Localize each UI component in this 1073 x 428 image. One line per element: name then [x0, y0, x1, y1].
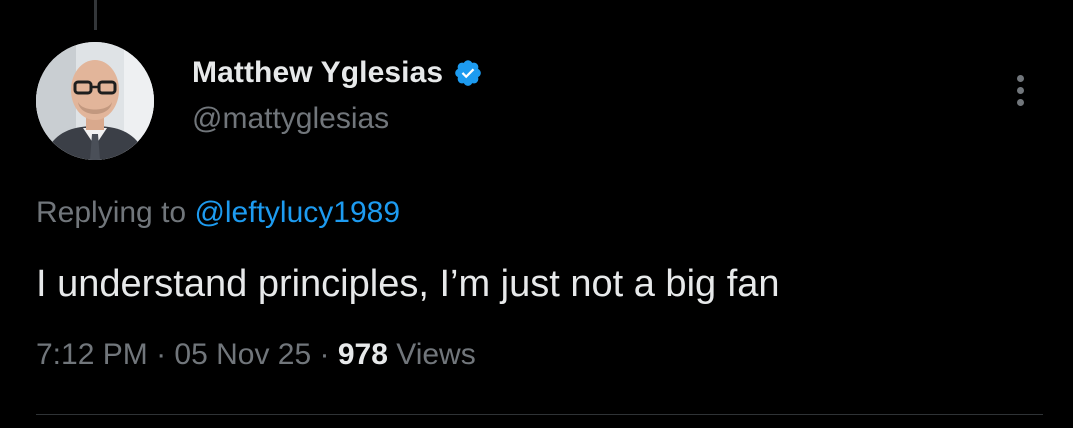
views-count[interactable]: 978	[338, 338, 388, 371]
divider	[36, 414, 1043, 415]
replying-to-mention[interactable]: @leftylucy1989	[194, 196, 400, 229]
tweet-metadata: 7:12 PM · 05 Nov 25 · 978 Views	[36, 338, 476, 372]
meta-separator: ·	[147, 338, 175, 371]
tweet-date[interactable]: 05 Nov 25	[174, 338, 311, 371]
author-name-row: Matthew Yglesias	[192, 56, 483, 90]
thread-connector-line	[94, 0, 97, 30]
more-dot	[1016, 98, 1024, 106]
more-dot	[1016, 74, 1024, 82]
author-display-name[interactable]: Matthew Yglesias	[192, 56, 443, 90]
views-label[interactable]: Views	[388, 338, 476, 371]
tweet-time[interactable]: 7:12 PM	[36, 338, 148, 371]
verified-badge-icon[interactable]	[453, 58, 483, 88]
author-handle[interactable]: @mattyglesias	[192, 102, 389, 136]
tweet-text: I understand principles, I’m just not a …	[36, 263, 780, 305]
avatar-image	[36, 42, 154, 160]
more-dot	[1016, 86, 1024, 94]
meta-separator: ·	[311, 338, 338, 371]
more-options-icon[interactable]	[1004, 68, 1036, 112]
avatar[interactable]	[36, 42, 154, 160]
replying-to-line: Replying to @leftylucy1989	[36, 196, 400, 230]
replying-prefix: Replying to	[36, 196, 195, 229]
